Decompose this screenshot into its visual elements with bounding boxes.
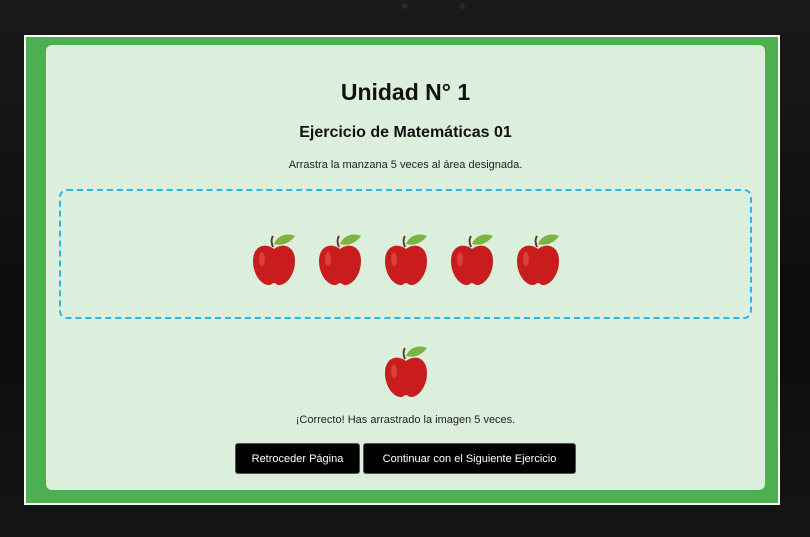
apple-icon (251, 231, 297, 287)
drop-zone[interactable] (59, 189, 752, 319)
camera-icon (402, 3, 408, 9)
feedback-message: ¡Correcto! Has arrastrado la imagen 5 ve… (295, 414, 516, 426)
next-exercise-button[interactable]: Continuar con el Siguiente Ejercicio (363, 443, 576, 474)
apple-icon (317, 231, 363, 287)
exercise-card: Unidad N° 1 Ejercicio de Matemáticas 01 … (46, 45, 765, 490)
draggable-apple-icon[interactable] (383, 343, 429, 399)
exercise-title: Ejercicio de Matemáticas 01 (299, 124, 512, 141)
apple-icon (383, 231, 429, 287)
back-button[interactable]: Retroceder Página (235, 443, 360, 474)
apple-icon (449, 231, 495, 287)
instructions-text: Arrastra la manzana 5 veces al área desi… (288, 159, 523, 171)
apple-icon (515, 231, 561, 287)
sensor-icon (459, 3, 465, 9)
unit-title: Unidad N° 1 (340, 79, 471, 105)
